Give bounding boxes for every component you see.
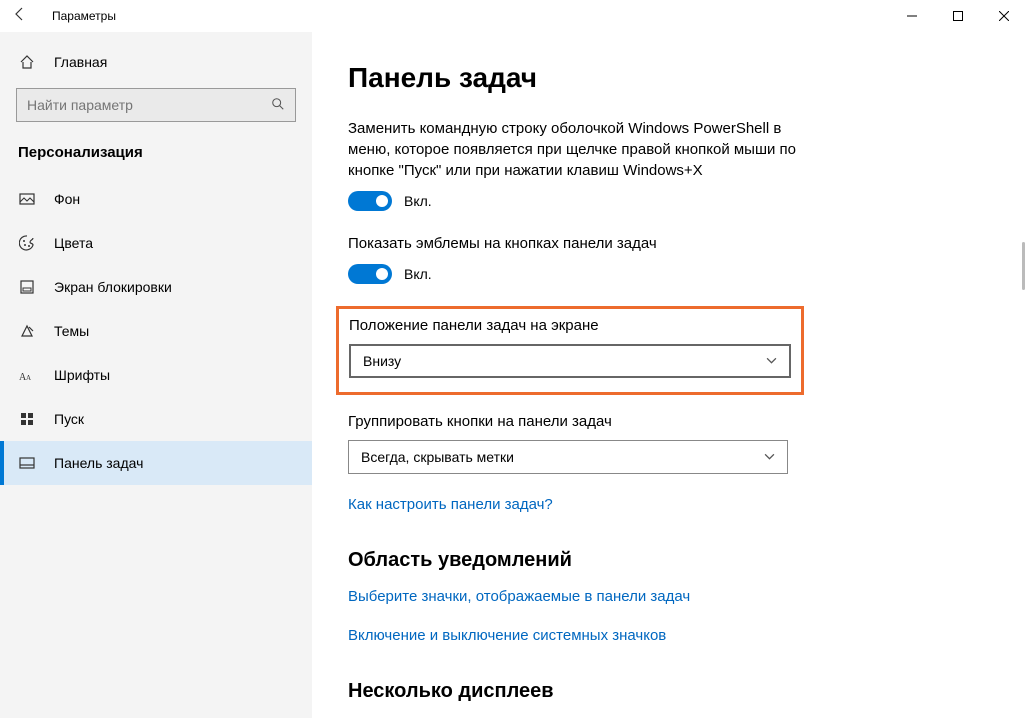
sidebar-item-colors[interactable]: Цвета xyxy=(0,221,312,265)
sidebar-item-label: Экран блокировки xyxy=(54,279,172,295)
sidebar-item-taskbar[interactable]: Панель задач xyxy=(0,441,312,485)
chevron-down-icon xyxy=(766,355,777,367)
home-nav[interactable]: Главная xyxy=(0,40,312,84)
maximize-button[interactable] xyxy=(935,0,981,32)
sidebar-item-label: Цвета xyxy=(54,235,93,251)
dropdown-combine[interactable]: Всегда, скрывать метки xyxy=(348,440,788,474)
window-title: Параметры xyxy=(52,9,116,23)
setting-powershell: Заменить командную строку оболочкой Wind… xyxy=(348,118,808,211)
highlighted-setting: Положение панели задач на экране Внизу xyxy=(336,306,804,395)
sidebar-item-label: Панель задач xyxy=(54,455,143,471)
start-icon xyxy=(18,410,36,428)
sidebar-item-lockscreen[interactable]: Экран блокировки xyxy=(0,265,312,309)
sidebar-item-start[interactable]: Пуск xyxy=(0,397,312,441)
chevron-down-icon xyxy=(764,451,775,463)
titlebar: Параметры xyxy=(0,0,1027,32)
sidebar-item-themes[interactable]: Темы xyxy=(0,309,312,353)
toggle-label: Вкл. xyxy=(404,266,432,282)
main-content: Панель задач Заменить командную строку о… xyxy=(312,32,1027,718)
sidebar-item-fonts[interactable]: AA Шрифты xyxy=(0,353,312,397)
palette-icon xyxy=(18,234,36,252)
toggle-badges[interactable] xyxy=(348,264,392,284)
link-select-icons[interactable]: Выберите значки, отображаемые в панели з… xyxy=(348,588,690,605)
toggle-label: Вкл. xyxy=(404,193,432,209)
sidebar-item-background[interactable]: Фон xyxy=(0,177,312,221)
section-heading-multi: Несколько дисплеев xyxy=(348,680,1027,703)
search-input[interactable] xyxy=(27,97,271,113)
fonts-icon: AA xyxy=(18,366,36,384)
section-heading-notify: Область уведомлений xyxy=(348,549,1027,572)
minimize-button[interactable] xyxy=(889,0,935,32)
dropdown-value: Всегда, скрывать метки xyxy=(361,449,514,465)
setting-badges: Показать эмблемы на кнопках панели задач… xyxy=(348,233,808,284)
dropdown-value: Внизу xyxy=(363,353,401,369)
field-label: Группировать кнопки на панели задач xyxy=(348,413,808,430)
link-system-icons[interactable]: Включение и выключение системных значков xyxy=(348,627,666,644)
toggle-powershell[interactable] xyxy=(348,191,392,211)
category-label: Персонализация xyxy=(0,134,312,177)
svg-text:A: A xyxy=(26,374,31,382)
sidebar: Главная Персонализация Фон Цвета xyxy=(0,32,312,718)
themes-icon xyxy=(18,322,36,340)
search-input-wrap[interactable] xyxy=(16,88,296,122)
search-icon xyxy=(271,97,285,114)
setting-desc: Заменить командную строку оболочкой Wind… xyxy=(348,118,808,181)
picture-icon xyxy=(18,190,36,208)
scrollbar[interactable] xyxy=(1022,242,1025,290)
page-title: Панель задач xyxy=(348,62,1027,94)
back-button[interactable] xyxy=(12,6,28,27)
sidebar-item-label: Фон xyxy=(54,191,80,207)
home-label: Главная xyxy=(54,54,107,70)
sidebar-item-label: Шрифты xyxy=(54,367,110,383)
field-label: Положение панели задач на экране xyxy=(349,317,791,334)
window-controls xyxy=(889,0,1027,32)
setting-combine: Группировать кнопки на панели задач Всег… xyxy=(348,413,808,474)
setting-desc: Показать эмблемы на кнопках панели задач xyxy=(348,233,808,254)
taskbar-icon xyxy=(18,454,36,472)
close-button[interactable] xyxy=(981,0,1027,32)
sidebar-item-label: Темы xyxy=(54,323,89,339)
dropdown-position[interactable]: Внизу xyxy=(349,344,791,378)
link-help[interactable]: Как настроить панели задач? xyxy=(348,496,553,513)
sidebar-item-label: Пуск xyxy=(54,411,84,427)
lockscreen-icon xyxy=(18,278,36,296)
home-icon xyxy=(18,53,36,71)
